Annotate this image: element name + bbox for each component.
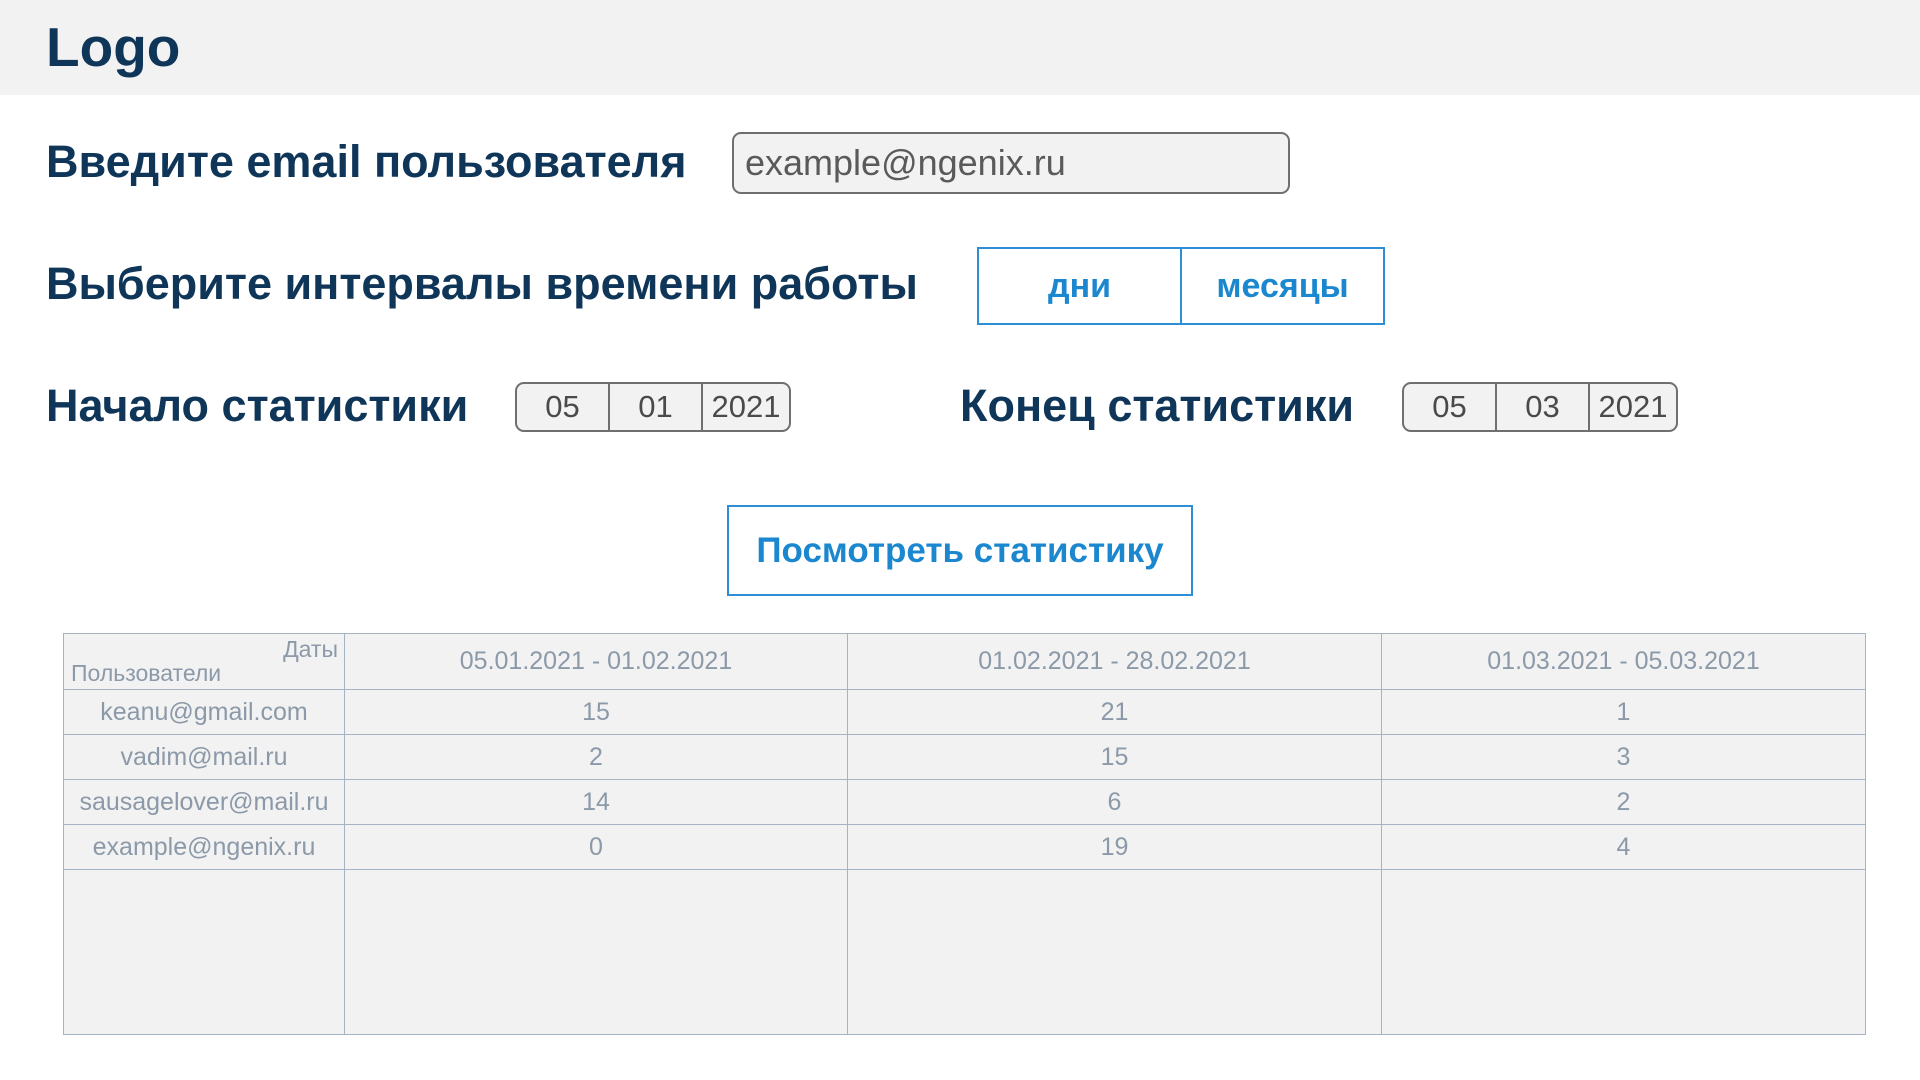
value-cell: 14 (344, 779, 848, 825)
value-cell: 1 (1381, 689, 1866, 735)
end-day-field[interactable]: 05 (1404, 384, 1495, 430)
email-input[interactable] (732, 132, 1290, 194)
email-label: Введите email пользователя (46, 136, 687, 187)
header-bar: Logo (0, 0, 1920, 95)
table-header-row: Даты Пользователи 05.01.2021 - 01.02.202… (63, 633, 1866, 690)
table-row: keanu@gmail.com 15 21 1 (63, 689, 1866, 735)
value-cell: 21 (847, 689, 1382, 735)
end-month-field[interactable]: 03 (1495, 384, 1588, 430)
end-date-picker: 05 03 2021 (1402, 382, 1678, 432)
value-cell: 2 (1381, 779, 1866, 825)
user-cell: sausagelover@mail.ru (63, 779, 345, 825)
interval-months-button[interactable]: месяцы (1180, 249, 1383, 323)
column-header: 01.02.2021 - 28.02.2021 (847, 633, 1382, 690)
table-row: example@ngenix.ru 0 19 4 (63, 824, 1866, 870)
interval-toggle: дни месяцы (977, 247, 1385, 325)
user-cell: example@ngenix.ru (63, 824, 345, 870)
start-date-label: Начало статистики (46, 380, 469, 431)
value-cell: 15 (344, 689, 848, 735)
value-cell: 2 (344, 734, 848, 780)
value-cell: 0 (344, 824, 848, 870)
interval-label: Выберите интервалы времени работы (46, 258, 918, 309)
value-cell: 19 (847, 824, 1382, 870)
interval-days-button[interactable]: дни (979, 249, 1180, 323)
corner-header-cell: Даты Пользователи (63, 633, 345, 690)
empty-cell (1381, 869, 1866, 1035)
start-date-picker: 05 01 2021 (515, 382, 791, 432)
value-cell: 4 (1381, 824, 1866, 870)
dates-axis-label: Даты (283, 636, 338, 662)
table-row: vadim@mail.ru 2 15 3 (63, 734, 1866, 780)
start-day-field[interactable]: 05 (517, 384, 608, 430)
column-header: 01.03.2021 - 05.03.2021 (1381, 633, 1866, 690)
end-year-field[interactable]: 2021 (1588, 384, 1676, 430)
end-date-label: Конец статистики (960, 380, 1355, 431)
logo[interactable]: Logo (46, 12, 180, 82)
user-cell: vadim@mail.ru (63, 734, 345, 780)
empty-table-row (63, 869, 1866, 1035)
value-cell: 15 (847, 734, 1382, 780)
empty-cell (63, 869, 345, 1035)
value-cell: 6 (847, 779, 1382, 825)
statistics-table: Даты Пользователи 05.01.2021 - 01.02.202… (63, 633, 1866, 1035)
table-row: sausagelover@mail.ru 14 6 2 (63, 779, 1866, 825)
start-month-field[interactable]: 01 (608, 384, 701, 430)
view-statistics-button[interactable]: Посмотреть статистику (727, 505, 1193, 596)
users-axis-label: Пользователи (71, 660, 222, 686)
value-cell: 3 (1381, 734, 1866, 780)
user-cell: keanu@gmail.com (63, 689, 345, 735)
empty-cell (344, 869, 848, 1035)
start-year-field[interactable]: 2021 (701, 384, 789, 430)
app-root: Logo Введите email пользователя Выберите… (0, 0, 1920, 1080)
column-header: 05.01.2021 - 01.02.2021 (344, 633, 848, 690)
empty-cell (847, 869, 1382, 1035)
